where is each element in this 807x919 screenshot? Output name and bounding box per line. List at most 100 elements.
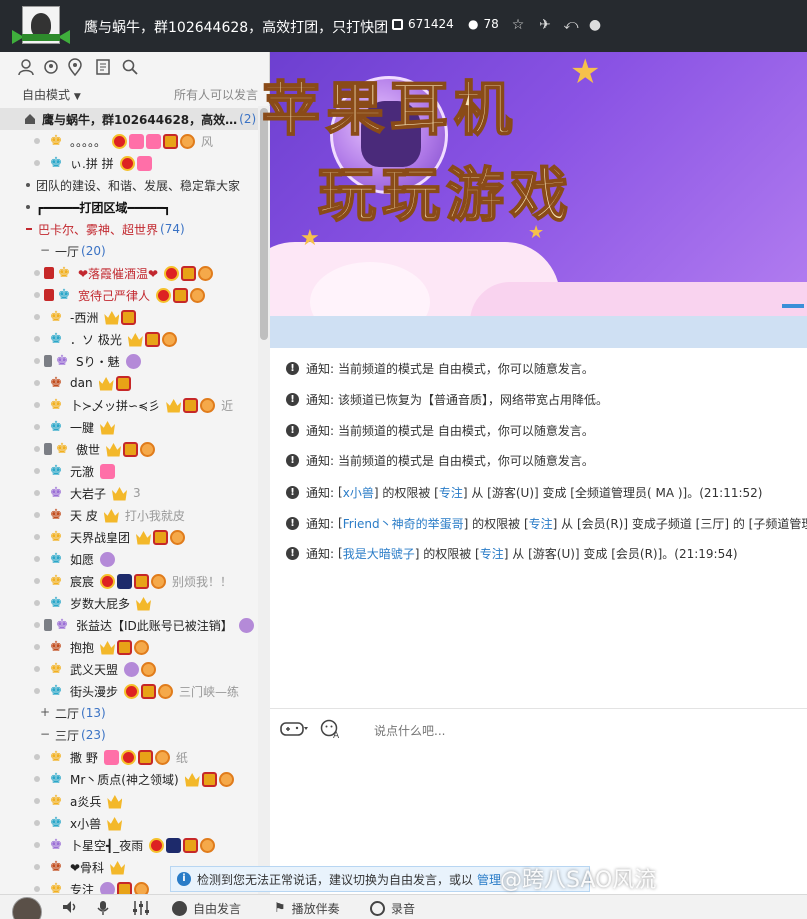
user-row[interactable]: ♚ Mr丶质点(神之领域): [0, 768, 258, 790]
equalizer-icon[interactable]: [132, 900, 150, 916]
subchannel-row[interactable]: − 三厅 (23): [0, 724, 258, 746]
user-name: 如愿: [70, 552, 95, 567]
role-icon: ♚: [49, 529, 63, 545]
channel-count: (74): [160, 222, 185, 236]
user-row[interactable]: ♚ 大岩子 3: [0, 482, 258, 504]
user-name: 卜星空┫_夜雨: [70, 838, 144, 853]
channel-root[interactable]: 鹰与蜗牛，群102644628，高效… (2): [0, 108, 258, 130]
badge-icon: [158, 683, 174, 699]
user-row[interactable]: ♚ 张益达【ID此账号已被注销】: [0, 614, 258, 636]
status-dot: [34, 820, 40, 826]
user-row[interactable]: ♚ Sり・魅: [0, 350, 258, 372]
user-name: 大岩子: [70, 486, 107, 501]
role-icon: ♚: [55, 353, 69, 369]
user-row[interactable]: ♚ 卜星空┫_夜雨: [0, 834, 258, 856]
star-icon[interactable]: ☆: [508, 15, 528, 35]
subchannel-row[interactable]: + 二厅 (13): [0, 702, 258, 724]
notice-message: ! 通知:[Friend丶神奇的举蛋哥] 的权限被 [专注] 从 [会员(R)] …: [286, 513, 807, 533]
user-row[interactable]: ♚ 武义天盟: [0, 658, 258, 680]
badge-group: [124, 661, 157, 677]
toast-manage-link[interactable]: 管理: [477, 871, 501, 888]
user-row[interactable]: ♚ 撒 野 纸: [0, 746, 258, 768]
user-row[interactable]: ♚ ．ソ 极光: [0, 328, 258, 350]
user-row[interactable]: ♚ a炎兵: [0, 790, 258, 812]
free-speak-button[interactable]: 自由发言: [172, 900, 241, 917]
user-name: dan: [70, 376, 93, 390]
role-icon: ♚: [49, 771, 63, 787]
share-icon[interactable]: ⤺: [561, 15, 581, 35]
user-row[interactable]: ♚ 卜≻乄ッ拼∽≼彡 近: [0, 394, 258, 416]
avatar[interactable]: [12, 897, 42, 919]
badge-icon: [201, 771, 217, 787]
user-row[interactable]: ♚ ❤落霞催酒温❤: [0, 262, 258, 284]
user-row[interactable]: ♚ 如愿: [0, 548, 258, 570]
user-row[interactable]: ♚ 宽待己严律人: [0, 284, 258, 306]
user-row[interactable]: ♚ 一腱: [0, 416, 258, 438]
user-row[interactable]: ♚ 元澈: [0, 460, 258, 482]
gamepad-icon[interactable]: [280, 720, 308, 741]
user-row[interactable]: ♚ 傲世: [0, 438, 258, 460]
user-row[interactable]: ♚ -西洲: [0, 306, 258, 328]
user-row[interactable]: ♚ 抱抱: [0, 636, 258, 658]
location-icon[interactable]: [64, 56, 86, 78]
user-link[interactable]: 我是大暗號子: [343, 545, 415, 562]
user-row[interactable]: ♚ 天界战皇团: [0, 526, 258, 548]
status-dot: [34, 336, 40, 342]
play-music-button[interactable]: ⚑ 播放伴奏: [274, 900, 340, 917]
badge-group: [107, 794, 123, 809]
badge-icon: [218, 771, 234, 787]
role-icon: ♚: [55, 441, 69, 457]
channel-row[interactable]: ┏━━━━━打团区域━━━━━┓: [0, 196, 258, 218]
notes-icon[interactable]: [92, 56, 114, 78]
channel-row[interactable]: 巴卡尔、雾神、超世界 (74): [0, 218, 258, 240]
channel-dot: [26, 183, 30, 187]
channel-logo[interactable]: [10, 6, 72, 46]
badge-group: [106, 441, 156, 457]
user-link[interactable]: 专注: [480, 545, 504, 562]
user-row[interactable]: ♚ ぃ.拼 拼: [0, 152, 258, 174]
record-button[interactable]: 录音: [370, 900, 415, 917]
emoji-icon[interactable]: A: [320, 719, 342, 742]
user-link[interactable]: x小兽: [343, 484, 374, 501]
user-row[interactable]: ♚ 天 皮 打小我就皮: [0, 504, 258, 526]
notice-text: 该频道已恢复为【普通音质】，网络带宽占用降低。: [338, 392, 609, 407]
refresh-user-icon[interactable]: [40, 56, 62, 78]
channel-row[interactable]: 团队的建设、和谐、发展、稳定靠大家: [0, 174, 258, 196]
user-row[interactable]: ♚ 街头漫步 三门峡—练: [0, 680, 258, 702]
channel-panel: 自由模式 ▼ 所有人可以发言 鹰与蜗牛，群102644628，高效… (2) ♚ 。。…: [0, 52, 270, 894]
banner-page-indicator[interactable]: [782, 304, 804, 308]
message-input[interactable]: [374, 721, 774, 741]
badge-icon: [103, 749, 119, 765]
collapse-icon[interactable]: −: [40, 728, 50, 740]
user-row[interactable]: ♚ 宸宸 别烦我！！: [0, 570, 258, 592]
user-row[interactable]: ♚ 岁数大屁多: [0, 592, 258, 614]
status-dot: [34, 578, 40, 584]
user-name: 抱抱: [70, 640, 95, 655]
search-icon[interactable]: [119, 56, 141, 78]
user-icon[interactable]: [15, 56, 37, 78]
badge-icon: [100, 551, 116, 567]
user-name: Mr丶质点(神之领域): [70, 772, 179, 787]
collapse-icon[interactable]: −: [40, 244, 50, 256]
expand-icon[interactable]: +: [40, 706, 50, 718]
channel-name: 团队的建设、和谐、发展、稳定靠大家: [36, 178, 241, 193]
user-link[interactable]: 专注: [439, 484, 463, 501]
microphone-icon[interactable]: [96, 900, 110, 916]
mode-select[interactable]: 自由模式 ▼: [22, 86, 81, 103]
user-row[interactable]: ♚ x小兽: [0, 812, 258, 834]
badge-icon: [173, 287, 189, 303]
user-link[interactable]: 专注: [529, 515, 553, 532]
notice-message: ! 通知: 当前频道的模式是 自由模式，你可以随意发言。: [286, 358, 807, 378]
status-dot: [34, 886, 40, 892]
subchannel-row[interactable]: − 一厅 (20): [0, 240, 258, 262]
badge-group: [136, 596, 152, 611]
role-icon: ♚: [49, 639, 63, 655]
user-row[interactable]: ♚ 。。。。。 风: [0, 130, 258, 152]
speaker-icon[interactable]: [62, 900, 78, 914]
badge-icon: [100, 463, 116, 479]
user-row[interactable]: ♚ dan: [0, 372, 258, 394]
alert-icon[interactable]: ●: [585, 15, 605, 35]
user-link[interactable]: Friend丶神奇的举蛋哥: [343, 515, 464, 532]
plane-icon[interactable]: ✈: [535, 15, 555, 35]
role-icon: ♚: [49, 155, 63, 171]
